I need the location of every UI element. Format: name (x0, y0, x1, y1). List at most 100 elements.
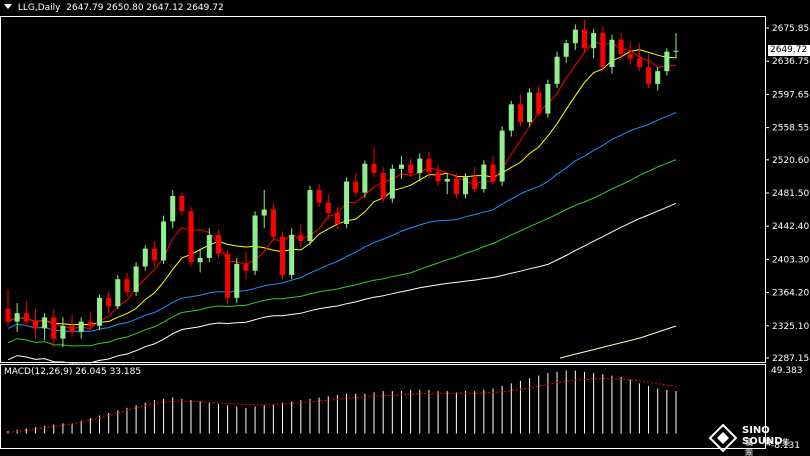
candle-body (60, 325, 66, 339)
candle-body (655, 71, 661, 84)
chart-window: 2675.85 2636.75 2597.65 2558.55 2520.60 2481.… (0, 0, 810, 456)
candle-body (133, 266, 139, 292)
candle-body (316, 190, 322, 203)
candle-body (87, 321, 93, 326)
candle-body (499, 130, 505, 182)
candle-body (197, 257, 203, 263)
candle-body (344, 181, 350, 224)
candle-body (426, 158, 432, 173)
candle-body (42, 317, 48, 329)
candle-body (472, 177, 478, 190)
candle-body (225, 253, 231, 298)
candle-body (572, 29, 578, 44)
candle-body (591, 32, 597, 49)
ma-green-line (7, 159, 677, 347)
ma-white-line (7, 202, 677, 364)
candle-body (252, 215, 258, 271)
candle-body (14, 313, 20, 322)
candle-body (371, 163, 377, 174)
candle-body (353, 181, 359, 193)
candle-body (408, 164, 414, 174)
candle-body (151, 248, 157, 261)
ma5-line (7, 41, 677, 330)
ma10-line (7, 49, 677, 326)
logo-icon (708, 423, 738, 453)
candle-body (307, 190, 313, 241)
macd-label: MACD(12,26,9) 26.045 33.185 (4, 367, 142, 377)
candle-body (508, 104, 514, 131)
candle-body (536, 92, 542, 114)
candle-body (23, 313, 29, 322)
candle-body (96, 297, 103, 326)
candle-body (280, 236, 286, 275)
candle-body (334, 212, 340, 224)
candle-body (463, 177, 469, 195)
symbol-label: LLG,Daily (17, 3, 61, 13)
candle-body (69, 325, 75, 332)
candle-body (362, 163, 368, 193)
candle-body (527, 92, 533, 123)
candle-body (161, 221, 167, 261)
candle-body (234, 263, 240, 298)
candle-body (142, 248, 148, 267)
candle-body (481, 164, 487, 190)
y-tick-label: 2675.85 (772, 24, 809, 34)
candle-body (627, 54, 633, 59)
candle-body (188, 211, 194, 263)
candle-body (170, 195, 176, 222)
last-price-tag: 2649.72 (768, 45, 810, 56)
candle-body (206, 235, 212, 258)
candle-body (298, 235, 304, 241)
chart-canvas: 2675.85 2636.75 2597.65 2558.55 2520.60 2481.… (0, 16, 809, 449)
y-tick-label: 2325.10 (772, 322, 809, 332)
candle-body (5, 308, 11, 322)
y-tick-label: 2442.40 (772, 222, 809, 232)
candle-body (417, 158, 423, 174)
candle-body (646, 66, 652, 84)
candle-body (636, 58, 642, 67)
ma-long-line (559, 325, 677, 359)
candle-body (78, 321, 84, 332)
dropdown-triangle-icon[interactable] (4, 4, 12, 9)
candle-body (545, 83, 551, 114)
candle-body (435, 172, 441, 182)
y-tick-label: 2636.75 (772, 57, 809, 67)
candle-body (289, 235, 295, 275)
candle-body (664, 51, 670, 72)
candle-body (115, 279, 121, 307)
candle-body (325, 202, 331, 213)
candle-body (444, 178, 450, 182)
y-tick-label: 2287.15 (772, 354, 809, 364)
ohlc-values: 2647.79 2650.80 2647.12 2649.72 (66, 3, 224, 13)
candle-body (32, 321, 38, 329)
candle-body (215, 235, 221, 254)
candle-body (398, 164, 404, 169)
candle-body (517, 104, 523, 123)
macd-axis-top: 49.383 (771, 366, 803, 376)
candle-body (618, 39, 624, 55)
candle-body (389, 168, 395, 199)
candle-body (600, 32, 606, 67)
y-tick-label: 2597.65 (772, 90, 809, 100)
candle-body (270, 209, 276, 237)
candle-body (106, 297, 112, 307)
candle-body (490, 164, 496, 182)
candle-body (554, 56, 560, 84)
candle-body (563, 43, 569, 57)
candle-body (453, 178, 459, 195)
candle-body (179, 195, 185, 212)
logo-subtext: 漢 聲 集 團 (745, 438, 795, 456)
y-tick-label: 2520.60 (772, 156, 809, 166)
y-tick-label: 2364.20 (772, 289, 809, 299)
y-tick-label: 2558.55 (772, 124, 809, 134)
candle-body (124, 279, 130, 292)
candle-body (609, 39, 615, 67)
candle-body (380, 173, 386, 199)
candle-body (673, 50, 679, 52)
y-tick-label: 2403.30 (772, 255, 809, 265)
candle-body (261, 209, 267, 216)
y-tick-label: 2481.50 (772, 189, 809, 199)
candle-body (51, 317, 57, 339)
candle-body (581, 29, 588, 49)
chart-title: LLG,Daily 2647.79 2650.80 2647.12 2649.7… (4, 3, 224, 13)
